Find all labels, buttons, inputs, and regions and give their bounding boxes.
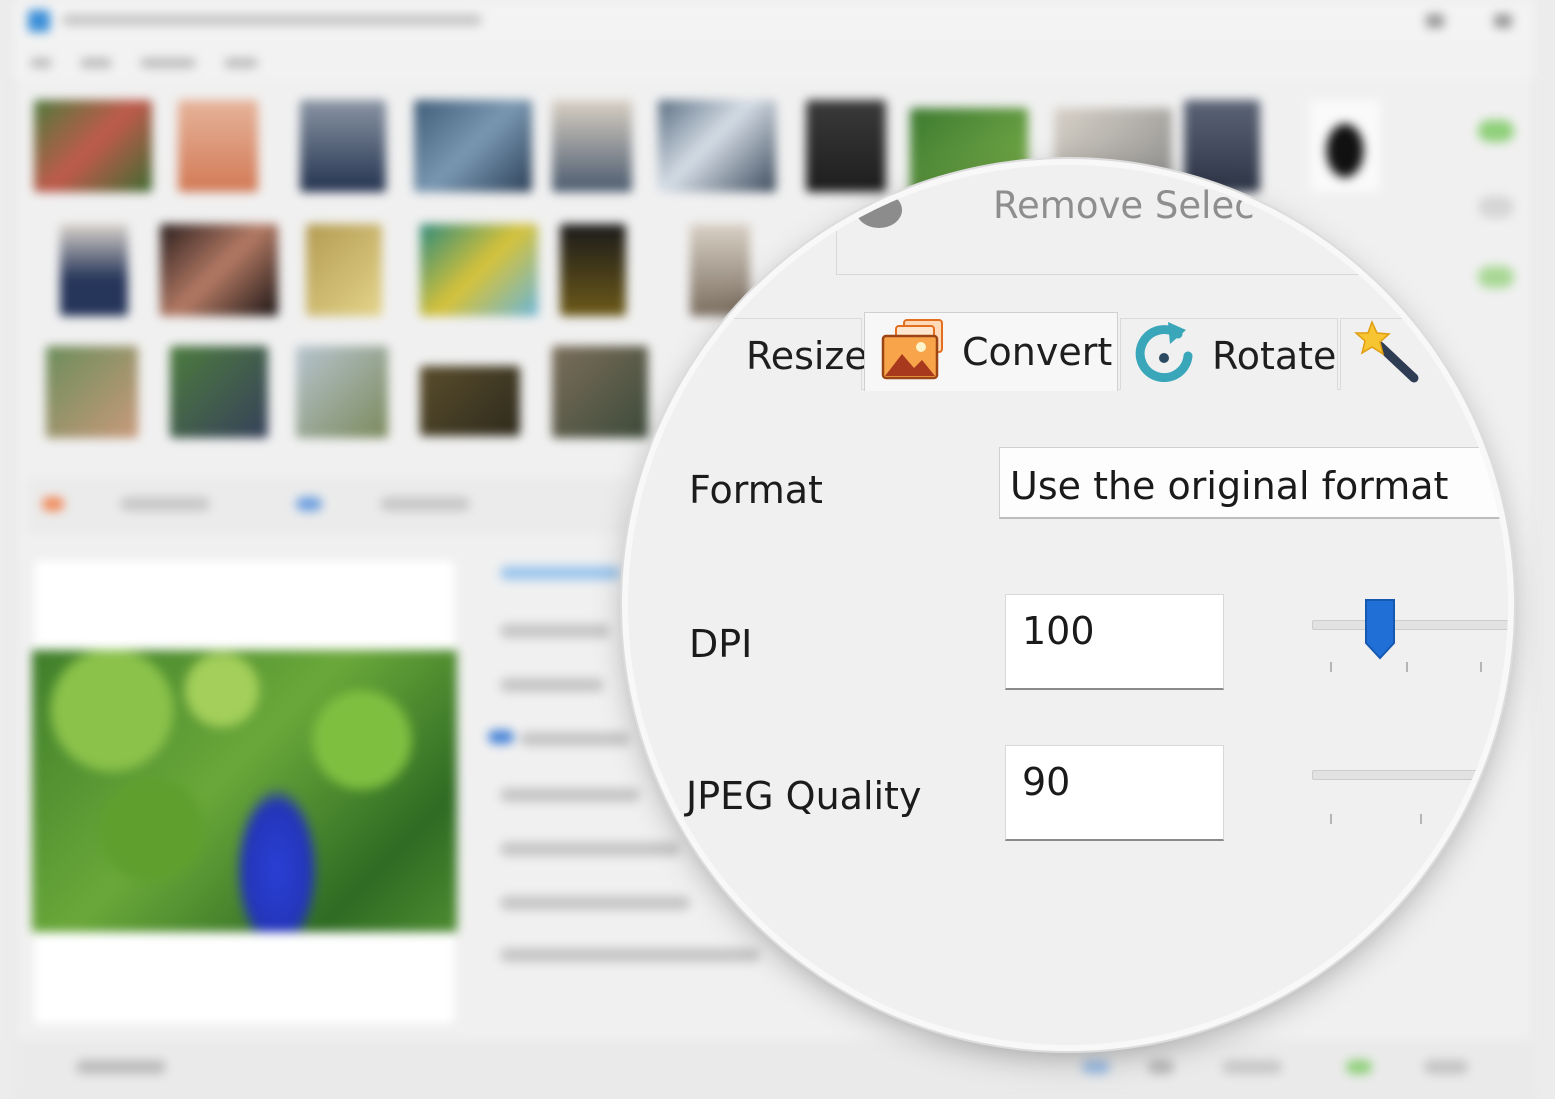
- window-title-blur: [62, 14, 482, 26]
- dpi-input-value: 100: [1022, 609, 1095, 653]
- close-button[interactable]: [1494, 14, 1512, 28]
- image-thumbnail[interactable]: [46, 346, 138, 438]
- image-thumbnail[interactable]: [170, 346, 268, 438]
- image-thumbnail[interactable]: [420, 224, 538, 316]
- status-icon[interactable]: [1148, 1060, 1174, 1074]
- jpeg-quality-input[interactable]: 90: [1005, 745, 1224, 841]
- image-thumbnail[interactable]: [178, 100, 258, 192]
- images-stack-icon: [881, 319, 943, 380]
- slider-tick: [1330, 814, 1332, 824]
- option-line: [520, 732, 630, 746]
- dpi-label: DPI: [689, 622, 753, 666]
- status-text: [76, 1060, 166, 1074]
- option-line: [500, 788, 640, 802]
- image-thumbnail[interactable]: [420, 366, 520, 436]
- menu-item[interactable]: [30, 58, 52, 68]
- image-thumbnail[interactable]: [300, 100, 386, 192]
- toolbar-label: [120, 497, 210, 511]
- image-thumbnail[interactable]: [306, 224, 382, 316]
- format-label: Format: [689, 468, 823, 512]
- jpeg-quality-slider[interactable]: [1312, 770, 1508, 780]
- app-icon: [28, 10, 50, 32]
- tab-resize-label[interactable]: Resize: [746, 334, 868, 378]
- jpeg-quality-input-value: 90: [1022, 760, 1071, 804]
- image-thumbnail[interactable]: [160, 224, 278, 316]
- option-line: [500, 678, 604, 692]
- image-thumbnail[interactable]: [560, 224, 626, 316]
- toolbar-icon[interactable]: [42, 497, 64, 511]
- peacock-preview-image: [32, 650, 457, 932]
- menu-item[interactable]: [224, 58, 258, 68]
- image-thumbnail[interactable]: [296, 346, 388, 438]
- option-line: [500, 624, 610, 638]
- add-icon[interactable]: [1478, 120, 1514, 142]
- jpeg-quality-label: JPEG Quality: [686, 774, 922, 818]
- dpi-input[interactable]: 100: [1005, 594, 1224, 690]
- slider-tick: [1330, 662, 1332, 672]
- image-thumbnail[interactable]: [414, 100, 532, 192]
- option-line: [500, 566, 620, 580]
- image-thumbnail[interactable]: [60, 224, 128, 316]
- gear-icon[interactable]: [856, 192, 902, 228]
- magic-wand-icon: [1354, 320, 1419, 383]
- radio-selected[interactable]: [488, 730, 514, 744]
- tab-rotate-label[interactable]: Rotate: [1212, 334, 1336, 378]
- status-icon[interactable]: [1082, 1060, 1110, 1074]
- tab-convert-label[interactable]: Convert: [962, 330, 1112, 374]
- dpi-slider-thumb[interactable]: [1363, 597, 1397, 661]
- slider-tick: [1480, 662, 1482, 672]
- status-button[interactable]: [1424, 1060, 1468, 1074]
- minimize-button[interactable]: [1426, 14, 1444, 28]
- magnifier-lens: Remove Selec Resize Convert Rotate Forma…: [628, 165, 1508, 1045]
- rotate-icon: [1135, 322, 1193, 382]
- menu-item[interactable]: [80, 58, 112, 68]
- toolbar-label: [380, 497, 470, 511]
- image-thumbnail[interactable]: [34, 100, 152, 192]
- image-thumbnail[interactable]: [552, 100, 632, 192]
- status-button[interactable]: [1222, 1060, 1282, 1074]
- remove-selected-button[interactable]: Remove Selec: [993, 184, 1255, 227]
- status-bar: [14, 1040, 1534, 1094]
- slider-tick: [1406, 662, 1408, 672]
- format-dropdown[interactable]: Use the original format: [999, 447, 1508, 519]
- toolbar-icon[interactable]: [296, 497, 322, 511]
- slider-tick: [1420, 814, 1422, 824]
- action-toolbar: [28, 478, 628, 534]
- dpi-slider[interactable]: [1312, 620, 1508, 630]
- menu-item[interactable]: [140, 58, 196, 68]
- status-icon[interactable]: [1346, 1060, 1372, 1074]
- format-dropdown-value: Use the original format: [1010, 464, 1449, 508]
